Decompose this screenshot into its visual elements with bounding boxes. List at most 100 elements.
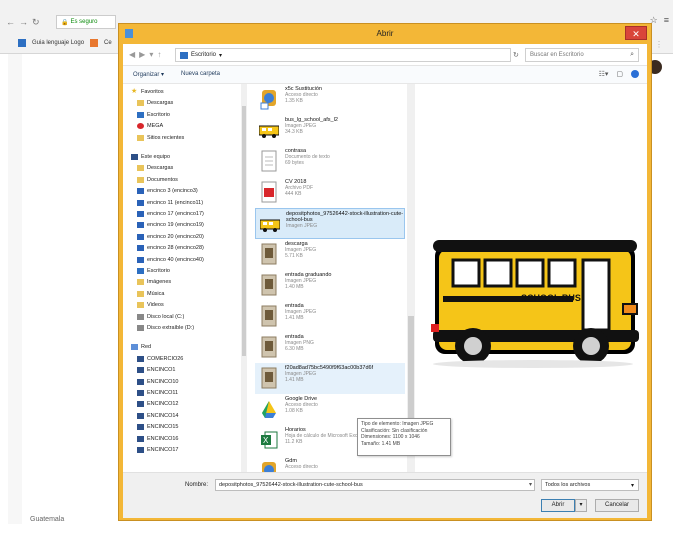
sidebar-item[interactable]: Sitios recientes xyxy=(137,134,184,141)
close-button[interactable]: ✕ xyxy=(625,26,647,40)
sidebar-item[interactable]: ENCINCO1 xyxy=(137,367,175,374)
sidebar-item-label: Videos xyxy=(147,302,164,309)
open-options-button[interactable]: ▾ xyxy=(575,499,587,512)
chevron-down-icon[interactable]: ▾ xyxy=(149,50,153,59)
list-item[interactable]: contrasa Documento de texto 69 bytes xyxy=(255,146,405,177)
page-sidebar xyxy=(8,54,22,524)
sidebar-item[interactable]: ★ Favoritos xyxy=(131,88,164,95)
organize-button[interactable]: Organizar ▾ xyxy=(133,71,164,78)
help-icon[interactable] xyxy=(631,70,639,78)
sidebar-item[interactable]: Este equipo xyxy=(131,154,170,160)
sidebar-item-label: ENCINCO16 xyxy=(147,435,179,442)
menu-icon[interactable]: ≡ xyxy=(664,15,669,26)
desktop-icon xyxy=(137,268,144,274)
sidebar-item[interactable]: ENCINCO15 xyxy=(137,424,179,431)
list-item[interactable]: descarga Imagen JPEG 5.71 KB xyxy=(255,239,405,270)
sidebar-item-label: ENCINCO15 xyxy=(147,424,179,431)
network-drive-icon xyxy=(137,256,144,263)
breadcrumb[interactable]: Escritorio ▾ xyxy=(175,48,511,62)
file-name-input[interactable]: depositphotos_97526442-stock-illustratio… xyxy=(215,479,535,491)
file-size: 444 KB xyxy=(285,191,302,197)
refresh-icon[interactable]: ↻ xyxy=(513,51,519,59)
folder-icon xyxy=(137,100,144,107)
list-item[interactable]: CV 2018 Archivo PDF 444 KB xyxy=(255,177,405,208)
forward-icon[interactable]: → xyxy=(19,17,28,28)
sidebar-item[interactable]: Red xyxy=(131,344,151,351)
dialog-titlebar[interactable]: Abrir ✕ xyxy=(119,24,651,44)
sidebar-item[interactable]: Música xyxy=(137,290,164,297)
sidebar-item[interactable]: ENCINCO14 xyxy=(137,412,178,419)
up-arrow-icon[interactable]: ↑ xyxy=(157,50,161,59)
file-type: Acceso directo xyxy=(285,464,318,470)
sidebar-item[interactable]: Descargas xyxy=(137,100,173,107)
network-drive-icon xyxy=(137,211,144,217)
sidebar-item-label: encinco 3 (encinco3) xyxy=(147,188,198,195)
chevron-down-icon[interactable]: ▾ xyxy=(529,481,532,488)
file-type-value: Todos los archivos xyxy=(545,482,591,488)
sidebar-item[interactable]: encinco 20 (encinco20) xyxy=(137,233,204,240)
sidebar-item-label: encinco 17 (encinco17) xyxy=(147,211,204,217)
list-item[interactable]: depositphotos_97526442-stock-illustratio… xyxy=(255,208,405,239)
search-input[interactable]: Buscar en Escritorio ⌕ xyxy=(525,48,639,62)
search-icon[interactable]: ⌕ xyxy=(630,51,634,59)
list-item[interactable]: bus_lg_school_afs_l2 Imagen JPEG 34.3 KB xyxy=(255,115,405,146)
back-icon[interactable]: ◀ xyxy=(129,50,135,59)
sidebar-item[interactable]: COMERCIO26 xyxy=(137,355,183,362)
sidebar-item[interactable]: encinco 19 (encinco19) xyxy=(137,222,204,229)
chevron-down-icon: ▾ xyxy=(630,483,634,489)
sidebar-item[interactable]: ENCINCO17 xyxy=(137,447,178,453)
sidebar-item[interactable]: encinco 40 (encinco40) xyxy=(137,256,204,263)
school-bus-preview-image: SCHOOL BUS xyxy=(431,240,639,368)
sidebar-item-label: Disco local (C:) xyxy=(147,313,185,320)
more-icon[interactable]: ⋮ xyxy=(655,40,663,49)
file-type-select[interactable]: Todos los archivos ▾ xyxy=(541,479,639,491)
page-footer-text: Guatemala xyxy=(30,516,65,523)
forward-icon[interactable]: ▶ xyxy=(139,50,145,59)
file-scrollbar-thumb[interactable] xyxy=(408,316,414,426)
cancel-button[interactable]: Cancelar xyxy=(595,499,639,512)
star-icon: ★ xyxy=(131,88,138,95)
sidebar-item[interactable]: Escritorio xyxy=(137,268,170,274)
open-button[interactable]: Abrir xyxy=(541,499,575,512)
nav-scrollbar-thumb[interactable] xyxy=(242,106,246,356)
sidebar-item[interactable]: Imágenes xyxy=(137,279,171,286)
sidebar-item-label: ENCINCO10 xyxy=(147,378,179,385)
back-icon[interactable]: ← xyxy=(6,17,15,28)
sidebar-item[interactable]: Disco extraíble (D:) xyxy=(137,325,194,331)
sidebar-item[interactable]: encinco 28 (encinco28) xyxy=(137,245,204,252)
sidebar-item[interactable]: ENCINCO12 xyxy=(137,401,178,408)
list-item[interactable]: Gdm Acceso directo xyxy=(255,456,405,472)
bookmark-item[interactable]: Ce xyxy=(104,40,112,46)
folder-icon xyxy=(137,134,144,141)
reload-icon[interactable]: ↻ xyxy=(32,17,40,28)
sidebar-item[interactable]: encinco 11 (encinco11) xyxy=(137,199,203,206)
sidebar-item[interactable]: Descargas xyxy=(137,165,173,172)
network-drive-icon xyxy=(137,233,144,240)
list-item[interactable]: entrada Imagen JPEG 1.41 MB xyxy=(255,301,405,332)
computer-icon xyxy=(137,367,144,374)
sidebar-item[interactable]: Disco local (C:) xyxy=(137,313,185,320)
breadcrumb-item[interactable]: Escritorio xyxy=(191,52,216,58)
sidebar-item[interactable]: encinco 3 (encinco3) xyxy=(137,188,198,195)
sidebar-item[interactable]: Escritorio xyxy=(137,111,170,118)
browser-actions: ☆ ≡ xyxy=(650,15,669,26)
sidebar-item[interactable]: MEGA xyxy=(137,123,163,130)
address-bar[interactable]: 🔒 Es seguro xyxy=(56,15,116,29)
preview-pane-icon[interactable]: ▢ xyxy=(616,70,623,78)
photo-icon xyxy=(259,305,279,327)
view-options-icon[interactable]: ☷▾ xyxy=(599,70,609,78)
sidebar-item[interactable]: ENCINCO11 xyxy=(137,390,178,396)
file-size: 1.41 MB xyxy=(285,377,304,383)
sidebar-item[interactable]: Documentos xyxy=(137,176,178,183)
list-item[interactable]: entrada Imagen PNG 6.30 MB xyxy=(255,332,405,363)
list-item[interactable]: f20ad8ad75bc5490f9f63ac00b37d6f Imagen JP… xyxy=(255,363,405,394)
sidebar-item[interactable]: ENCINCO10 xyxy=(137,378,179,385)
sidebar-item[interactable]: Videos xyxy=(137,302,164,309)
list-item[interactable]: entrada graduando Imagen JPEG 1.40 MB xyxy=(255,270,405,301)
sidebar-item[interactable]: encinco 17 (encinco17) xyxy=(137,211,204,217)
bookmark-item[interactable]: Guia lenguaje Logo xyxy=(32,40,84,46)
sidebar-item[interactable]: ENCINCO16 xyxy=(137,435,179,442)
new-folder-button[interactable]: Nueva carpeta xyxy=(181,71,220,77)
chevron-down-icon[interactable]: ▾ xyxy=(219,52,222,59)
list-item[interactable]: x5c Sustitución Acceso directo 1.35 KB xyxy=(255,84,405,115)
